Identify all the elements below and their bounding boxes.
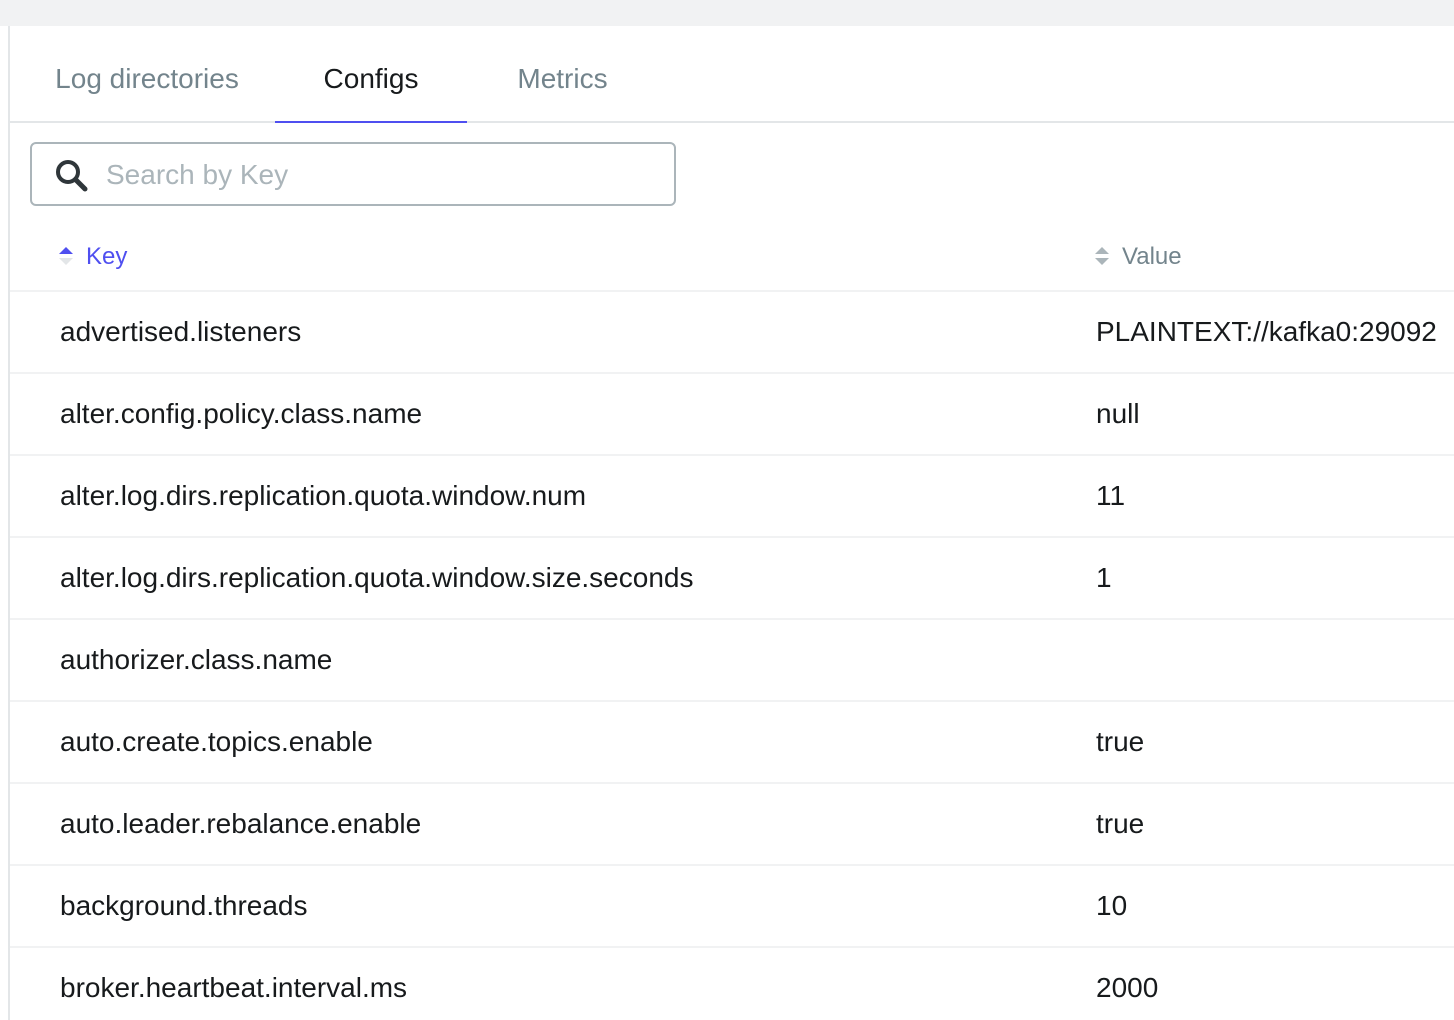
table-row: background.threads 10: [10, 866, 1454, 948]
search-box: [30, 142, 676, 206]
table-header: Key Value: [10, 222, 1454, 292]
tab-metrics[interactable]: Metrics: [480, 26, 645, 121]
config-value: true: [1096, 726, 1145, 757]
tab-bar: Log directories Configs Metrics: [10, 26, 1454, 123]
config-value: 1: [1096, 562, 1112, 593]
column-header-value[interactable]: Value: [1094, 222, 1182, 290]
table-row: broker.heartbeat.interval.ms 2000: [10, 948, 1454, 1020]
config-key: auto.create.topics.enable: [60, 726, 373, 757]
column-header-value-label: Value: [1122, 243, 1182, 270]
broker-details-panel: Log directories Configs Metrics Key Valu…: [8, 26, 1454, 1020]
config-value: 10: [1096, 890, 1128, 921]
config-key: broker.heartbeat.interval.ms: [60, 972, 408, 1003]
tab-configs[interactable]: Configs: [275, 26, 467, 123]
config-value: true: [1096, 808, 1145, 839]
top-bar: [0, 0, 1454, 26]
table-row: authorizer.class.name: [10, 620, 1454, 702]
table-row: alter.log.dirs.replication.quota.window.…: [10, 456, 1454, 538]
config-key: alter.config.policy.class.name: [60, 398, 423, 429]
column-header-key-label: Key: [86, 243, 128, 270]
search-input[interactable]: [104, 152, 658, 198]
column-header-key[interactable]: Key: [58, 222, 127, 290]
config-value: 11: [1096, 480, 1126, 511]
table-row: alter.log.dirs.replication.quota.window.…: [10, 538, 1454, 620]
config-value: null: [1096, 398, 1140, 429]
tab-log-directories[interactable]: Log directories: [32, 26, 262, 121]
sort-ascending-icon: [59, 246, 73, 265]
search-icon: [56, 160, 88, 192]
table-row: auto.leader.rebalance.enable true: [10, 784, 1454, 866]
config-key: auto.leader.rebalance.enable: [60, 808, 422, 839]
config-value: PLAINTEXT://kafka0:29092: [1096, 316, 1437, 347]
table-row: auto.create.topics.enable true: [10, 702, 1454, 784]
config-value: 2000: [1096, 972, 1159, 1003]
config-key: authorizer.class.name: [60, 644, 333, 675]
config-key: alter.log.dirs.replication.quota.window.…: [60, 480, 587, 511]
config-key: background.threads: [60, 890, 308, 921]
config-table-body: advertised.listeners PLAINTEXT://kafka0:…: [10, 292, 1454, 1020]
config-key: advertised.listeners: [60, 316, 302, 347]
config-key: alter.log.dirs.replication.quota.window.…: [60, 562, 694, 593]
table-row: alter.config.policy.class.name null: [10, 374, 1454, 456]
sort-icon: [1095, 246, 1109, 265]
table-row: advertised.listeners PLAINTEXT://kafka0:…: [10, 292, 1454, 374]
